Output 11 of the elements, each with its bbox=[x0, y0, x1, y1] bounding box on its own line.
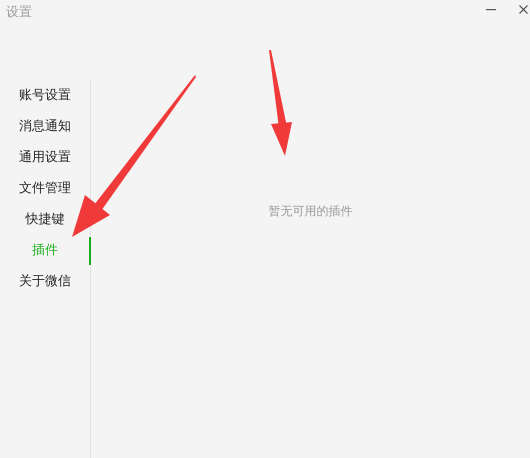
selection-indicator bbox=[89, 237, 91, 265]
empty-message: 暂无可用的插件 bbox=[268, 203, 352, 219]
sidebar-item[interactable]: 通用设置 bbox=[19, 150, 71, 166]
sidebar-item[interactable]: 消息通知 bbox=[19, 118, 71, 134]
close-icon[interactable] bbox=[519, 5, 528, 14]
window-title: 设置 bbox=[6, 4, 32, 21]
sidebar-item[interactable]: 快捷键 bbox=[26, 212, 64, 228]
sidebar-item[interactable]: 账号设置 bbox=[19, 88, 71, 104]
sidebar-item[interactable]: 关于微信 bbox=[19, 274, 71, 290]
sidebar-item[interactable]: 文件管理 bbox=[19, 180, 71, 196]
minimize-icon[interactable] bbox=[486, 9, 496, 11]
